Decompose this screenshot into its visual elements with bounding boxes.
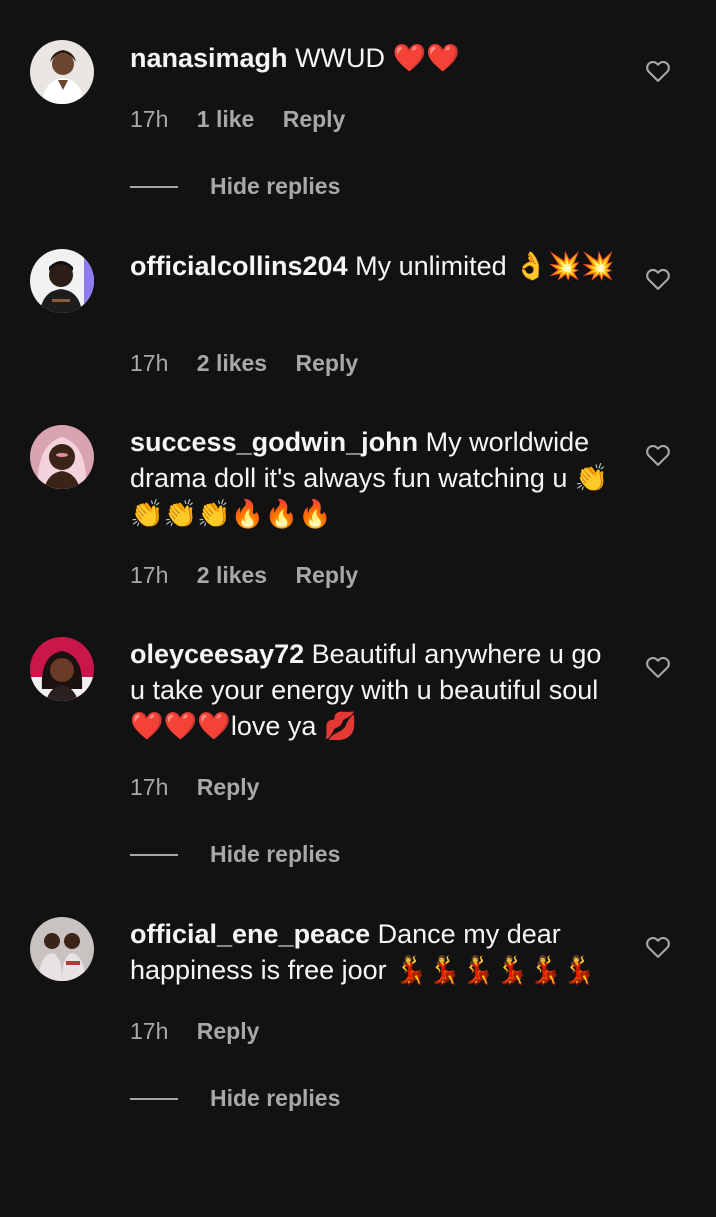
comment-meta: 17h Reply xyxy=(130,772,281,802)
reply-button[interactable]: Reply xyxy=(197,1018,260,1044)
comment-username[interactable]: oleyceesay72 xyxy=(130,639,304,669)
reply-button[interactable]: Reply xyxy=(296,350,359,376)
avatar[interactable] xyxy=(30,425,94,489)
comment-text: My unlimited 👌💥💥 xyxy=(355,251,616,281)
comment-body: officialcollins204 My unlimited 👌💥💥 xyxy=(130,248,620,284)
reply-button[interactable]: Reply xyxy=(197,774,260,800)
heart-icon[interactable] xyxy=(644,653,672,681)
divider-line xyxy=(130,1098,178,1100)
likes-count[interactable]: 2 likes xyxy=(197,562,267,588)
divider-line xyxy=(130,186,178,188)
avatar[interactable] xyxy=(30,249,94,313)
comment-timestamp: 17h xyxy=(130,106,169,132)
likes-count[interactable]: 2 likes xyxy=(197,350,267,376)
reply-button[interactable]: Reply xyxy=(296,562,359,588)
heart-icon[interactable] xyxy=(644,265,672,293)
avatar[interactable] xyxy=(30,917,94,981)
hide-replies-button[interactable]: Hide replies xyxy=(210,171,340,201)
hide-replies-button[interactable]: Hide replies xyxy=(210,1083,340,1113)
comment-timestamp: 17h xyxy=(130,562,169,588)
likes-count[interactable]: 1 like xyxy=(197,106,255,132)
comment-timestamp: 17h xyxy=(130,350,169,376)
avatar[interactable] xyxy=(30,637,94,701)
heart-icon[interactable] xyxy=(644,441,672,469)
avatar[interactable] xyxy=(30,40,94,104)
reply-button[interactable]: Reply xyxy=(283,106,346,132)
heart-icon[interactable] xyxy=(644,933,672,961)
comment-body: oleyceesay72 Beautiful anywhere u go u t… xyxy=(130,636,620,744)
comment-body: nanasimagh WWUD ❤️❤️ xyxy=(130,40,620,76)
comment-username[interactable]: official_ene_peace xyxy=(130,919,370,949)
comment-meta: 17h 2 likes Reply xyxy=(130,348,380,378)
comment-meta: 17h 1 like Reply xyxy=(130,104,367,134)
divider-line xyxy=(130,854,178,856)
comment-username[interactable]: officialcollins204 xyxy=(130,251,348,281)
comment-timestamp: 17h xyxy=(130,1018,169,1044)
comment-timestamp: 17h xyxy=(130,774,169,800)
comment-meta: 17h Reply xyxy=(130,1016,281,1046)
comment-body: success_godwin_john My worldwide drama d… xyxy=(130,424,620,532)
heart-icon[interactable] xyxy=(644,57,672,85)
comment-meta: 17h 2 likes Reply xyxy=(130,560,380,590)
comment-text: WWUD ❤️❤️ xyxy=(295,43,460,73)
comment-username[interactable]: nanasimagh xyxy=(130,43,288,73)
comment-username[interactable]: success_godwin_john xyxy=(130,427,418,457)
comment-body: official_ene_peace Dance my dear happine… xyxy=(130,916,620,988)
hide-replies-button[interactable]: Hide replies xyxy=(210,839,340,869)
